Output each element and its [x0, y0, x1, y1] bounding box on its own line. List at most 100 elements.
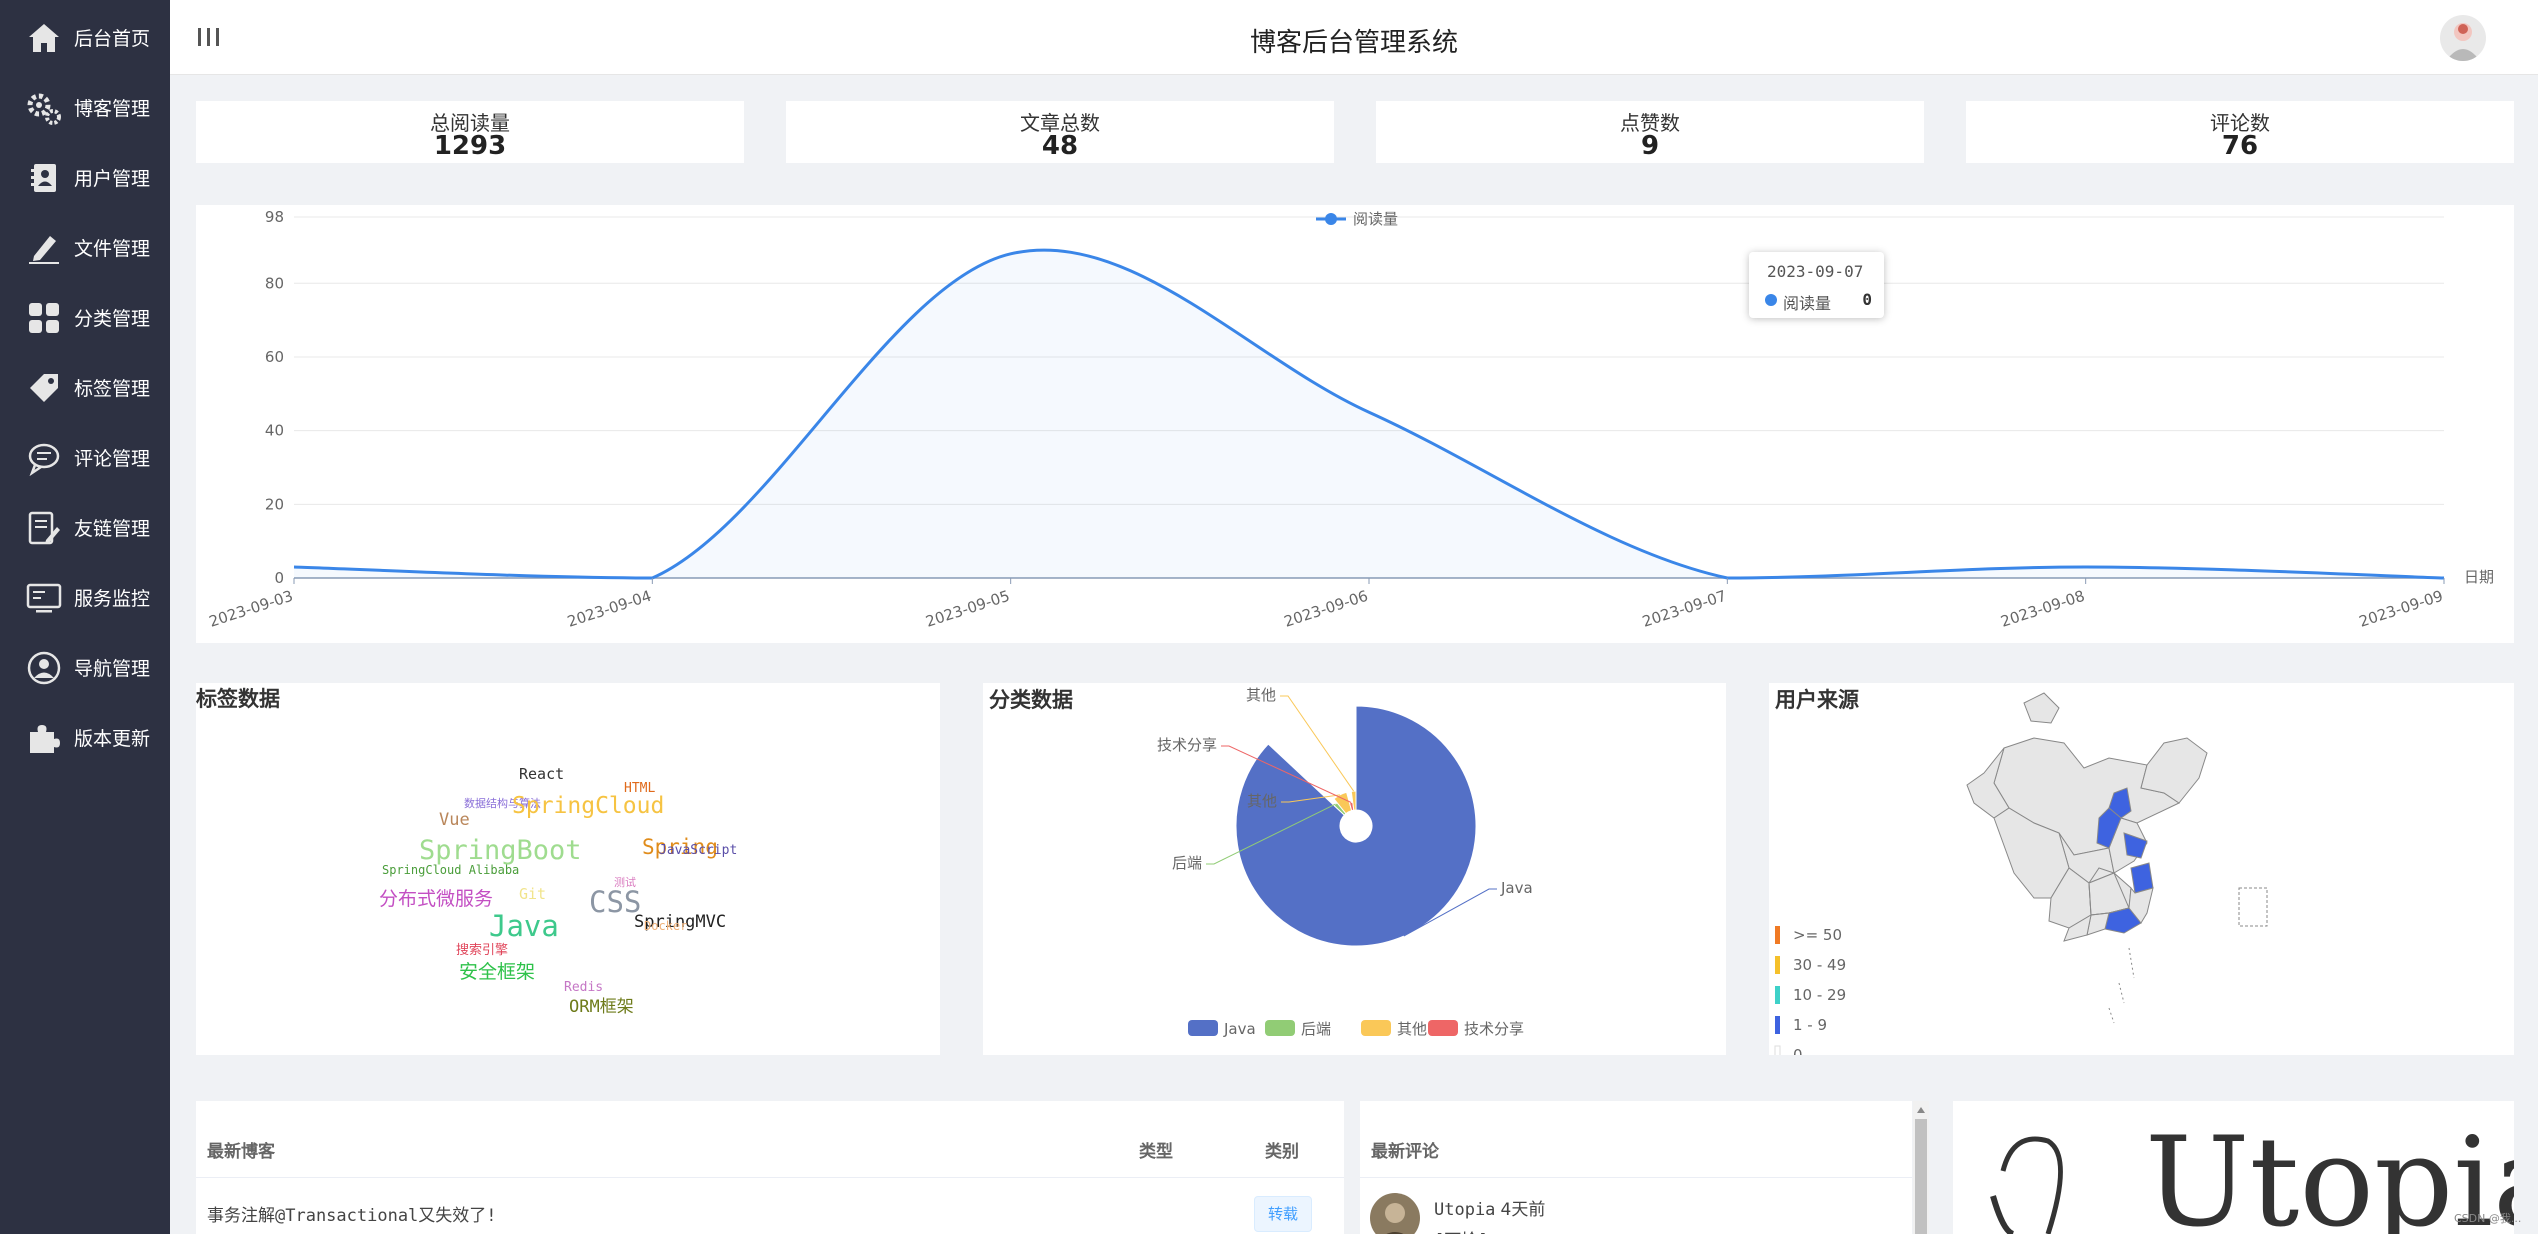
comment-icon	[28, 443, 60, 476]
y-tick-label: 40	[265, 422, 284, 440]
tag-word[interactable]: SpringCloud	[512, 793, 664, 819]
stat-card-total-articles: 文章总数 48	[786, 101, 1334, 163]
blog-title-link[interactable]: 事务注解@Transactional又失效了!	[207, 1201, 497, 1226]
scroll-thumb[interactable]	[1915, 1119, 1927, 1234]
stat-value: 76	[2221, 131, 2259, 161]
tag-word[interactable]: React	[519, 765, 564, 783]
y-tick-label: 80	[265, 274, 284, 292]
edit-document-icon	[28, 511, 60, 545]
sidebar-item-monitor[interactable]: 服务监控	[0, 562, 170, 632]
tag-word[interactable]: ORM框架	[569, 992, 634, 1017]
tag-word[interactable]: SpringCloud Alibaba	[382, 863, 519, 877]
visual-map-swatch	[1775, 956, 1780, 974]
table-row[interactable]: 事务注解@Transactional又失效了! 转载	[196, 1193, 1344, 1233]
tag-word[interactable]: Java	[489, 909, 559, 943]
comment-user[interactable]: Utopia	[1434, 1200, 1495, 1220]
stat-card-likes: 点赞数 9	[1376, 101, 1924, 163]
legend-swatch	[1265, 1020, 1295, 1036]
legend-swatch	[1428, 1020, 1458, 1036]
visual-map-swatch	[1775, 1016, 1780, 1034]
stat-value: 48	[1041, 131, 1079, 161]
scroll-up-icon[interactable]	[1917, 1107, 1925, 1113]
tag-word[interactable]: Git	[519, 885, 546, 903]
category-pie-chart[interactable]: Java后端其他技术分享其他Java 后端 其他 技术分享	[983, 683, 1726, 1055]
col-type-header: 类型	[1139, 1142, 1173, 1162]
home-icon	[29, 24, 59, 52]
legend-label: Java	[1223, 1020, 1256, 1038]
area-fill	[294, 250, 2444, 578]
x-tick-label: 2023-09-05	[923, 587, 1011, 631]
sidebar-item-label: 导航管理	[74, 658, 151, 680]
tooltip-value: 0	[1862, 290, 1872, 309]
latest-blog-panel: 最新博客 类型 类别 事务注解@Transactional又失效了! 转载	[196, 1101, 1344, 1234]
legend-label: 技术分享	[1464, 1020, 1524, 1038]
stat-value: 9	[1640, 131, 1660, 161]
tooltip-series-dot	[1765, 294, 1777, 306]
tag-word[interactable]: JavaScript	[659, 843, 737, 858]
watermark: CSDN @我...	[2454, 1212, 2522, 1225]
visual-map-label: 10 - 29	[1793, 986, 1846, 1004]
sidebar-item-users[interactable]: 用户管理	[0, 142, 170, 212]
y-tick-label: 60	[265, 348, 284, 366]
comment-content: [可怜]	[1434, 1226, 1545, 1234]
reads-line-chart[interactable]: 0 20 40 60 80 98 2023-09-03 2023-09-04 2023-09-0…	[196, 205, 2514, 643]
scrollbar[interactable]	[1913, 1101, 1929, 1234]
sidebar-item-label: 服务监控	[74, 588, 151, 610]
category-panel: 分类数据 Java 后端 其他 技术分享 其他 Java 后端 其他 技术分享	[983, 683, 1726, 1055]
sidebar-item-categories[interactable]: 分类管理	[0, 282, 170, 352]
china-map[interactable]: >= 50 30 - 49 10 - 29 1 - 9 0	[1769, 683, 2514, 1055]
pie-label: 技术分享	[1157, 736, 1217, 754]
sidebar-item-comments[interactable]: 评论管理	[0, 422, 170, 492]
visual-map-label: 30 - 49	[1793, 956, 1846, 974]
stat-card-total-reads: 总阅读量 1293	[196, 101, 744, 163]
sidebar-item-tags[interactable]: 标签管理	[0, 352, 170, 422]
x-tick-label: 2023-09-08	[1998, 587, 2086, 631]
tag-word[interactable]: 分布式微服务	[379, 884, 493, 911]
visual-map-swatch	[1775, 926, 1780, 944]
y-tick-label: 0	[274, 569, 284, 587]
visual-map-label: 0	[1793, 1046, 1803, 1055]
map-regions	[1966, 692, 2268, 1024]
pen-icon	[29, 236, 59, 264]
visual-map-label: 1 - 9	[1793, 1016, 1827, 1034]
legend-swatch	[1361, 1020, 1391, 1036]
sidebar-item-home[interactable]: 后台首页	[0, 2, 170, 72]
sidebar-item-label: 用户管理	[74, 168, 151, 190]
pie-label: 其他	[1247, 792, 1277, 810]
sidebar-item-version[interactable]: 版本更新	[0, 702, 170, 772]
pie-label: 后端	[1172, 854, 1202, 872]
stat-card-comments: 评论数 76	[1966, 101, 2514, 163]
page-title: 博客后台管理系统	[1249, 28, 1458, 58]
sidebar-item-files[interactable]: 文件管理	[0, 212, 170, 282]
y-tick-label: 20	[265, 495, 284, 513]
user-circle-icon	[27, 651, 61, 685]
tag-word[interactable]: Docker	[644, 919, 687, 933]
brand-panel: Utopia	[1953, 1101, 2514, 1234]
legend-label: 后端	[1301, 1020, 1331, 1038]
tag-word[interactable]: 安全框架	[459, 957, 535, 984]
legend-label: 其他	[1397, 1020, 1427, 1038]
list-item[interactable]: Utopia 4天前 [可怜]	[1434, 1195, 1545, 1234]
tags-panel-title: 标签数据	[196, 687, 280, 711]
tag-word[interactable]: SpringBoot	[419, 835, 582, 866]
type-badge: 转载	[1254, 1196, 1312, 1232]
y-tick-label: 98	[265, 208, 284, 226]
visual-map-swatch	[1774, 1045, 1781, 1055]
monitor-icon	[26, 583, 62, 613]
user-avatar-icon[interactable]	[2440, 15, 2486, 61]
pie-label: 其他	[1246, 686, 1276, 704]
sidebar-item-links[interactable]: 友链管理	[0, 492, 170, 562]
comment-avatar	[1370, 1193, 1420, 1234]
x-tick-label: 2023-09-09	[2357, 587, 2445, 631]
tag-word[interactable]: Vue	[439, 810, 470, 830]
sidebar-item-blog[interactable]: 博客管理	[0, 72, 170, 142]
legend-swatch	[1188, 1020, 1218, 1036]
tag-word[interactable]: 搜索引擎	[456, 939, 508, 958]
visual-map-swatch	[1775, 986, 1780, 1004]
sidebar-item-navigation[interactable]: 导航管理	[0, 632, 170, 702]
divider	[1360, 1177, 1912, 1178]
x-tick-label: 2023-09-07	[1640, 587, 1728, 631]
col-category-header: 类别	[1265, 1142, 1299, 1162]
sidebar-item-label: 版本更新	[74, 728, 151, 750]
sidebar-item-label: 评论管理	[74, 448, 151, 470]
